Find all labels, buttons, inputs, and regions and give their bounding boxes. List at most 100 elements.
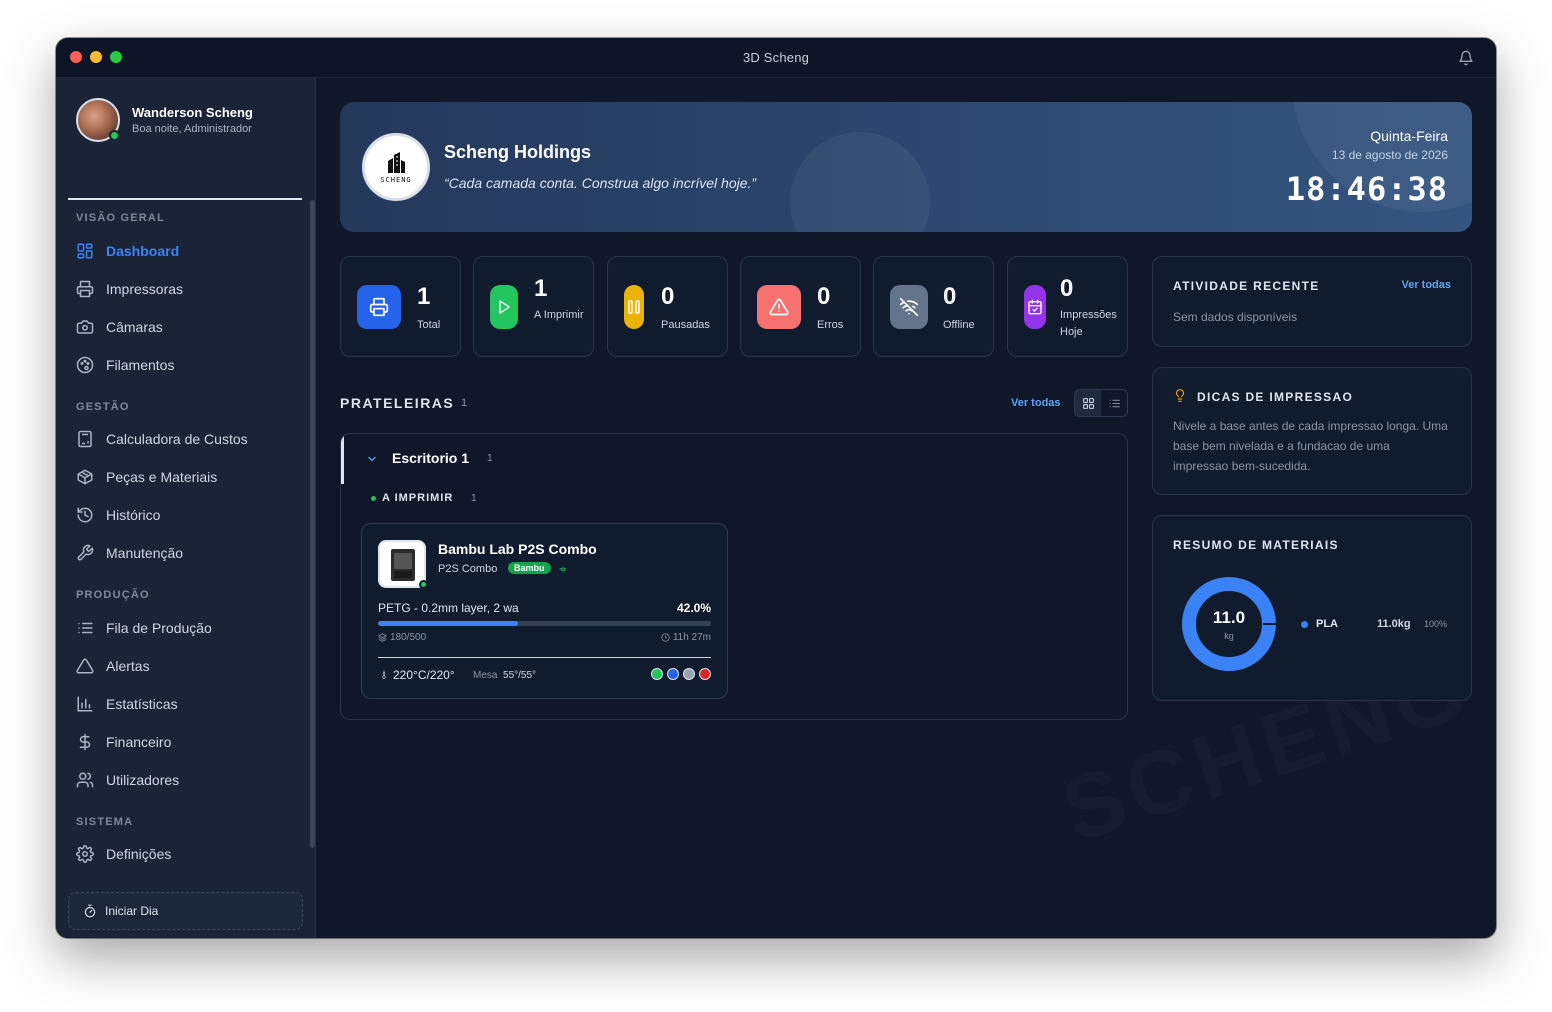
- activity-see-all-link[interactable]: Ver todas: [1401, 279, 1451, 291]
- date: 13 de agosto de 2026: [1331, 148, 1448, 162]
- title-bar: 3D Scheng: [56, 38, 1496, 78]
- wifi-icon: [559, 567, 567, 573]
- sidebar-item-finance[interactable]: Financeiro: [76, 729, 171, 755]
- wrench-icon: [77, 544, 94, 561]
- gear-icon: [76, 845, 94, 863]
- print-tips-title: DICAS DE IMPRESSAO: [1197, 390, 1354, 404]
- list-icon: [78, 622, 93, 634]
- sidebar-item-dashboard[interactable]: Dashboard: [76, 238, 179, 264]
- stat-label: Total: [417, 319, 441, 331]
- bell-icon[interactable]: [1458, 50, 1474, 66]
- sidebar-item-label: Definições: [106, 846, 172, 862]
- sidebar-item-printers[interactable]: Impressoras: [76, 276, 183, 302]
- play-icon: [490, 285, 518, 329]
- online-status-dot: [419, 580, 428, 589]
- stat-card-offline[interactable]: 0 Offline: [873, 256, 994, 357]
- section-management: GESTÃO: [76, 401, 130, 413]
- bed-temperature-value: 55°/55°: [503, 670, 537, 681]
- progress-fill: [378, 621, 518, 626]
- weekday: Quinta-Feira: [1370, 128, 1448, 144]
- thermometer-icon: [382, 671, 386, 679]
- status-count: 1: [471, 493, 477, 504]
- bed-label: Mesa: [473, 670, 498, 681]
- section-production: PRODUÇÃO: [76, 589, 150, 601]
- sidebar-item-label: Utilizadores: [106, 772, 180, 788]
- shelf-name[interactable]: Escritorio 1: [392, 450, 469, 466]
- material-percent: 100%: [1424, 619, 1448, 629]
- shelves-title: PRATELEIRAS: [340, 395, 455, 411]
- shelves-see-all-link[interactable]: Ver todas: [1011, 397, 1061, 409]
- list-icon: [1109, 399, 1120, 407]
- filament-color-swatch: [667, 668, 679, 680]
- filament-color-swatch: [699, 668, 711, 680]
- printer-thumbnail: [378, 540, 428, 589]
- sidebar-item-users[interactable]: Utilizadores: [76, 767, 179, 793]
- window-title: 3D Scheng: [742, 50, 810, 65]
- printer-card[interactable]: Bambu Lab P2S Combo P2S Combo Bambu PETG…: [361, 523, 728, 699]
- sidebar-item-alerts[interactable]: Alertas: [76, 653, 150, 679]
- sidebar-item-parts[interactable]: Peças e Materiais: [76, 464, 217, 490]
- sidebar-item-label: Filamentos: [106, 357, 175, 373]
- welcome-banner: SCHENG Scheng Holdings “Cada camada cont…: [340, 102, 1472, 232]
- remaining-time-value: 11h 27m: [672, 632, 711, 643]
- sidebar-item-filaments[interactable]: Filamentos: [76, 352, 174, 378]
- start-day-button[interactable]: Iniciar Dia: [68, 892, 303, 930]
- stat-label: Erros: [817, 319, 844, 331]
- sidebar-item-maintenance[interactable]: Manutenção: [76, 540, 183, 566]
- company-name: Scheng Holdings: [444, 142, 592, 162]
- stat-card-today[interactable]: 0 Impressões Hoje: [1007, 256, 1128, 357]
- list-view-button[interactable]: [1101, 390, 1127, 416]
- stat-card-total[interactable]: 1 Total: [340, 256, 461, 357]
- user-greeting: Boa noite, Administrador: [132, 123, 252, 135]
- sidebar-item-label: Câmaras: [106, 319, 163, 335]
- sidebar-item-settings[interactable]: Definições: [76, 841, 171, 867]
- close-window-button[interactable]: [70, 51, 82, 63]
- user-profile[interactable]: Wanderson Scheng Boa noite, Administrado…: [76, 98, 253, 142]
- maximize-window-button[interactable]: [110, 51, 122, 63]
- view-toggle: [1074, 389, 1128, 417]
- sidebar-item-history[interactable]: Histórico: [76, 502, 160, 528]
- materials-summary-card: RESUMO DE MATERIAIS 11.0 kg PLA 11.0kg 1…: [1152, 515, 1472, 701]
- pause-icon: [624, 285, 644, 329]
- printer-icon: [76, 280, 94, 298]
- sidebar-item-statistics[interactable]: Estatísticas: [76, 691, 178, 717]
- grid-icon: [1082, 397, 1094, 409]
- layer-count: 180/500: [390, 632, 427, 643]
- sidebar-scrollbar[interactable]: [310, 200, 315, 848]
- box-icon: [77, 469, 93, 485]
- sidebar-item-label: Peças e Materiais: [106, 469, 218, 485]
- print-progress-percent: 42.0%: [676, 601, 711, 615]
- sidebar: Wanderson Scheng Boa noite, Administrado…: [56, 78, 316, 938]
- filament-colors: [651, 668, 711, 680]
- palette-icon: [76, 356, 94, 374]
- sidebar-item-label: Calculadora de Custos: [106, 431, 248, 447]
- sidebar-item-cost-calculator[interactable]: Calculadora de Custos: [76, 426, 248, 452]
- chevron-down-icon[interactable]: [366, 453, 378, 465]
- filament-color-swatch: [651, 668, 663, 680]
- start-day-label: Iniciar Dia: [105, 904, 159, 918]
- sidebar-item-production-queue[interactable]: Fila de Produção: [76, 615, 212, 641]
- main-content: SCHENG SCHENG Scheng Holdings “Cada cama…: [316, 78, 1496, 938]
- nozzle-temperature-value: 220°C/220°: [393, 668, 455, 682]
- layer-progress: 180/500: [378, 632, 426, 643]
- stat-card-errors[interactable]: 0 Erros: [740, 256, 861, 357]
- stat-card-paused[interactable]: 0 Pausadas: [607, 256, 728, 357]
- online-status-dot: [109, 130, 120, 141]
- minimize-window-button[interactable]: [90, 51, 102, 63]
- camera-icon: [76, 320, 94, 334]
- printer-model: P2S Combo: [438, 563, 498, 575]
- grid-view-button[interactable]: [1075, 390, 1101, 416]
- stat-value: 0: [1060, 275, 1074, 302]
- printer-name: Bambu Lab P2S Combo: [438, 541, 597, 557]
- materials-summary-title: RESUMO DE MATERIAIS: [1173, 538, 1339, 552]
- company-logo: SCHENG: [362, 133, 430, 201]
- print-progress-bar: [378, 621, 711, 626]
- activity-empty-text: Sem dados disponíveis: [1173, 310, 1298, 324]
- sidebar-item-label: Fila de Produção: [106, 620, 212, 636]
- recent-activity-card: ATIVIDADE RECENTE Ver todas Sem dados di…: [1152, 256, 1472, 347]
- stat-card-printing[interactable]: 1 A Imprimir: [473, 256, 594, 357]
- app-window: 3D Scheng Wanderson Scheng Boa noite, Ad…: [56, 38, 1496, 938]
- stat-value: 0: [661, 283, 675, 310]
- stat-label: Impressões Hoje: [1060, 309, 1117, 338]
- sidebar-item-cameras[interactable]: Câmaras: [76, 314, 163, 340]
